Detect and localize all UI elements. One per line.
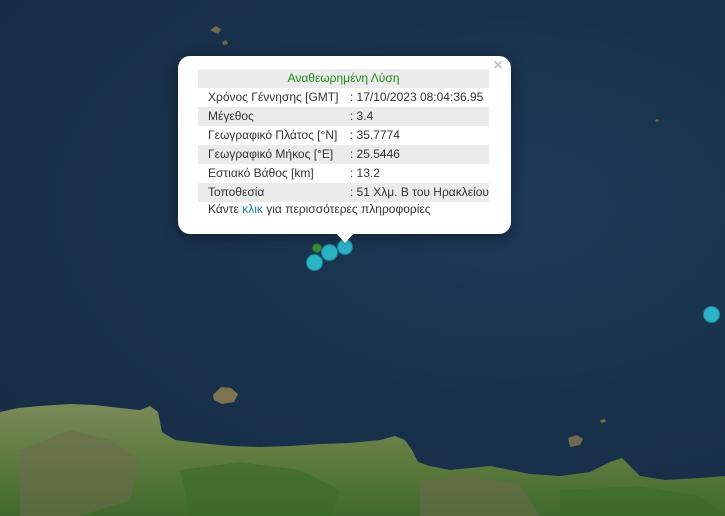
detail-label: Τοποθεσία bbox=[198, 183, 346, 202]
earthquake-details-table: Αναθεωρημένη Λύση Χρόνος Γέννησης [GMT] … bbox=[198, 69, 489, 202]
detail-value: : 35.7774 bbox=[349, 128, 400, 142]
island-dia bbox=[213, 387, 238, 404]
more-info-prefix: Κάντε bbox=[208, 202, 239, 216]
detail-row-depth: Εστιακό Βάθος [km] : 13.2 bbox=[198, 164, 489, 183]
earthquake-marker[interactable] bbox=[306, 254, 323, 271]
island-east bbox=[568, 435, 583, 447]
detail-value: : 13.2 bbox=[349, 166, 380, 180]
detail-row-longitude: Γεωγραφικό Μήκος [°E] : 25.5446 bbox=[198, 145, 489, 164]
detail-value: : 51 Χλμ. Β του Ηρακλείου bbox=[345, 183, 489, 202]
detail-row-location: Τοποθεσία : 51 Χλμ. Β του Ηρακλείου bbox=[198, 183, 489, 202]
detail-value: : 17/10/2023 08:04:36.95 bbox=[349, 90, 484, 104]
detail-label: Μέγεθος bbox=[198, 107, 346, 126]
popup-title: Αναθεωρημένη Λύση bbox=[198, 69, 489, 88]
island-north bbox=[210, 26, 228, 45]
earthquake-marker[interactable] bbox=[703, 306, 720, 323]
detail-row-magnitude: Μέγεθος : 3.4 bbox=[198, 107, 489, 126]
detail-row-origin-time: Χρόνος Γέννησης [GMT] : 17/10/2023 08:04… bbox=[198, 88, 489, 107]
popup-title-row: Αναθεωρημένη Λύση bbox=[198, 69, 489, 88]
detail-label: Εστιακό Βάθος [km] bbox=[208, 166, 314, 180]
more-info-suffix: για περισσότερες πληροφορίες bbox=[266, 202, 431, 216]
detail-value: : 25.5446 bbox=[345, 145, 489, 164]
islet-east-2 bbox=[600, 119, 659, 423]
more-info-text: Κάντε κλικ για περισσότερες πληροφορίες bbox=[208, 202, 431, 216]
detail-label: Γεωγραφικό Μήκος [°E] bbox=[198, 145, 346, 164]
detail-row-latitude: Γεωγραφικό Πλάτος [°N] : 35.7774 bbox=[198, 126, 489, 145]
earthquake-info-popup: × Αναθεωρημένη Λύση Χρόνος Γέννησης [GMT… bbox=[178, 56, 511, 234]
detail-label: Χρόνος Γέννησης [GMT] bbox=[208, 90, 339, 104]
close-popup-button[interactable]: × bbox=[491, 58, 505, 74]
detail-value: : 3.4 bbox=[345, 107, 489, 126]
popup-pointer bbox=[335, 232, 355, 243]
more-info-link[interactable]: κλικ bbox=[242, 202, 263, 216]
detail-label: Γεωγραφικό Πλάτος [°N] bbox=[208, 128, 338, 142]
earthquake-marker[interactable] bbox=[321, 244, 338, 261]
